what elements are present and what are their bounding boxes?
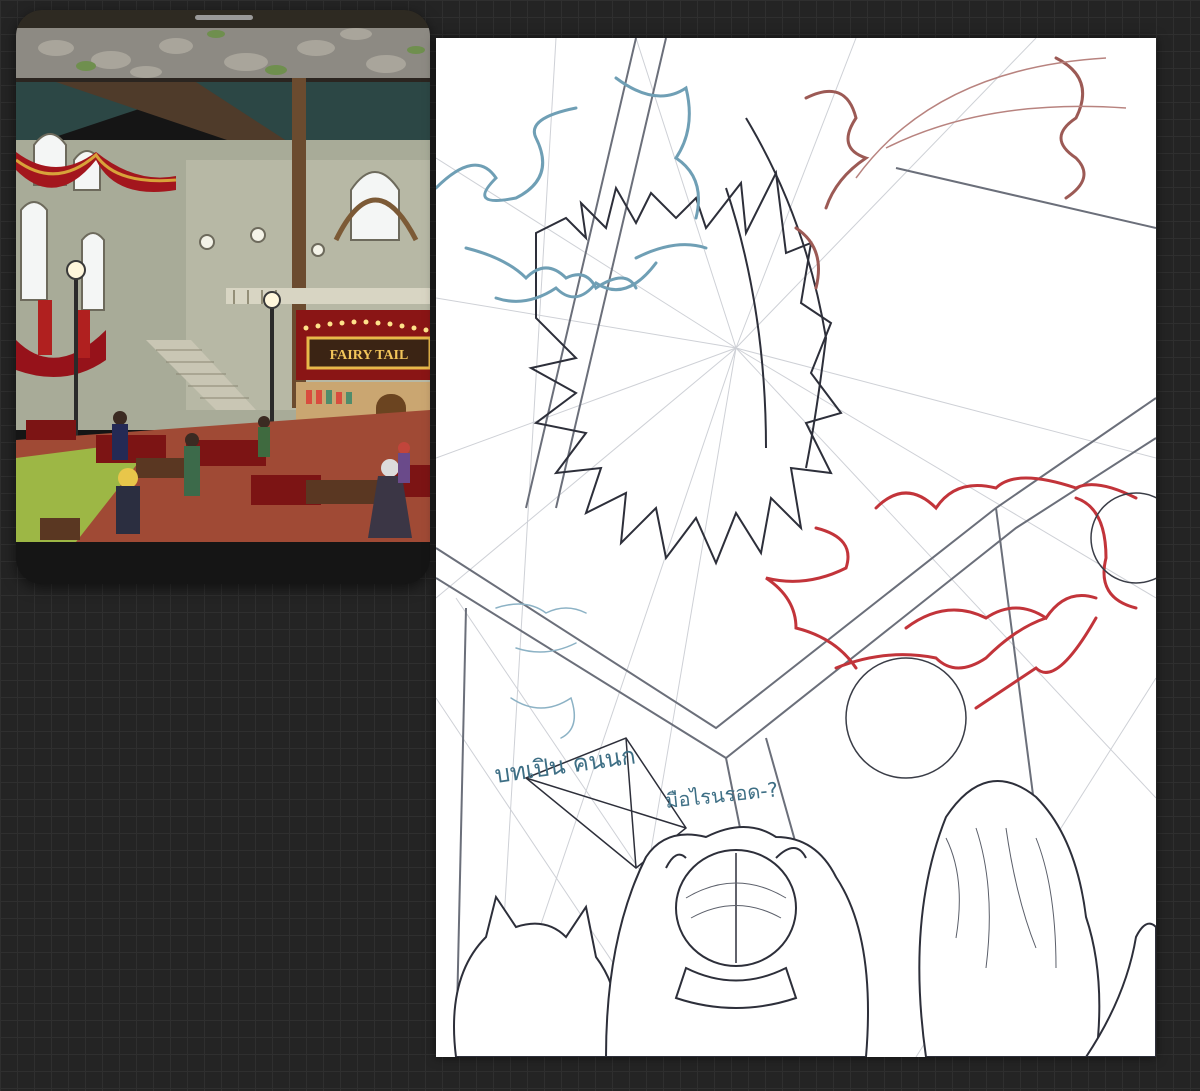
reference-sign-text: FAIRY TAIL bbox=[330, 348, 409, 363]
manga-sketch: บทเปิน คนนก มือไรนรอด-? bbox=[436, 38, 1156, 1057]
reference-photo-guild-hall: FAIRY TAIL bbox=[16, 10, 430, 542]
drawing-canvas[interactable]: บทเปิน คนนก มือไรนรอด-? bbox=[436, 38, 1156, 1057]
drag-handle-icon[interactable] bbox=[195, 15, 253, 20]
handwritten-note-line2: มือไรนรอด-? bbox=[664, 777, 779, 813]
reference-image-panel[interactable]: FAIRY TAIL bbox=[16, 10, 430, 584]
